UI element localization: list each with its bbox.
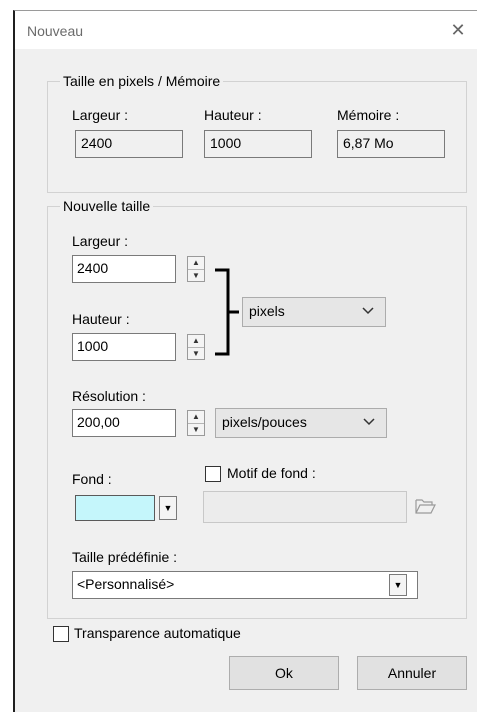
current-height-label: Hauteur : — [204, 107, 262, 123]
resolution-unit-select[interactable]: pixels/pouces — [215, 408, 387, 438]
preset-size-value: <Personnalisé> — [77, 576, 175, 592]
spin-down-icon[interactable]: ▼ — [188, 269, 204, 282]
auto-transparency-checkbox[interactable] — [53, 626, 69, 642]
memory-value: 6,87 Mo — [337, 130, 445, 158]
folder-open-icon[interactable] — [415, 497, 437, 515]
new-size-legend: Nouvelle taille — [60, 198, 154, 214]
new-height-label: Hauteur : — [72, 311, 130, 327]
chevron-down-icon — [362, 307, 374, 315]
pattern-label: Motif de fond : — [227, 465, 316, 481]
resolution-input[interactable]: 200,00 — [72, 409, 176, 437]
auto-transparency-label: Transparence automatique — [74, 625, 241, 641]
spin-up-icon[interactable]: ▲ — [188, 257, 204, 269]
spin-up-icon[interactable]: ▲ — [188, 411, 204, 423]
chevron-down-icon — [363, 418, 375, 426]
height-input[interactable]: 1000 — [72, 333, 176, 361]
close-icon[interactable]: ✕ — [445, 17, 471, 43]
preset-size-label: Taille prédéfinie : — [72, 549, 178, 565]
spin-down-icon[interactable]: ▼ — [188, 423, 204, 436]
background-color-dropdown[interactable]: ▼ — [159, 496, 177, 520]
pattern-checkbox[interactable] — [205, 466, 221, 482]
dialog-title: Nouveau — [27, 23, 84, 39]
pixel-memory-legend: Taille en pixels / Mémoire — [60, 73, 224, 89]
height-spinner[interactable]: ▲ ▼ — [187, 334, 205, 360]
preset-size-select[interactable]: <Personnalisé> — [72, 571, 418, 599]
current-width-label: Largeur : — [72, 107, 129, 123]
background-label: Fond : — [72, 471, 112, 487]
spin-up-icon[interactable]: ▲ — [188, 335, 204, 347]
cancel-button[interactable]: Annuler — [357, 656, 467, 690]
resolution-spinner[interactable]: ▲ ▼ — [187, 410, 205, 436]
pattern-path-field — [203, 491, 407, 523]
memory-label: Mémoire : — [337, 107, 400, 123]
new-width-label: Largeur : — [72, 233, 129, 249]
current-height-value: 1000 — [204, 130, 312, 158]
background-color-swatch[interactable] — [75, 495, 155, 521]
width-input[interactable]: 2400 — [72, 255, 176, 283]
spin-down-icon[interactable]: ▼ — [188, 347, 204, 360]
size-unit-select[interactable]: pixels — [242, 297, 386, 327]
preset-size-dropdown[interactable]: ▼ — [389, 574, 407, 596]
ok-button[interactable]: Ok — [229, 656, 339, 690]
new-image-dialog: Nouveau ✕ Taille en pixels / Mémoire Lar… — [13, 10, 477, 712]
width-spinner[interactable]: ▲ ▼ — [187, 256, 205, 282]
current-width-value: 2400 — [75, 130, 183, 158]
resolution-unit-value: pixels/pouces — [222, 414, 307, 430]
size-unit-value: pixels — [249, 303, 285, 319]
resolution-label: Résolution : — [72, 388, 146, 404]
aspect-link-bracket-icon — [215, 268, 239, 356]
title-bar: Nouveau ✕ — [15, 11, 477, 49]
